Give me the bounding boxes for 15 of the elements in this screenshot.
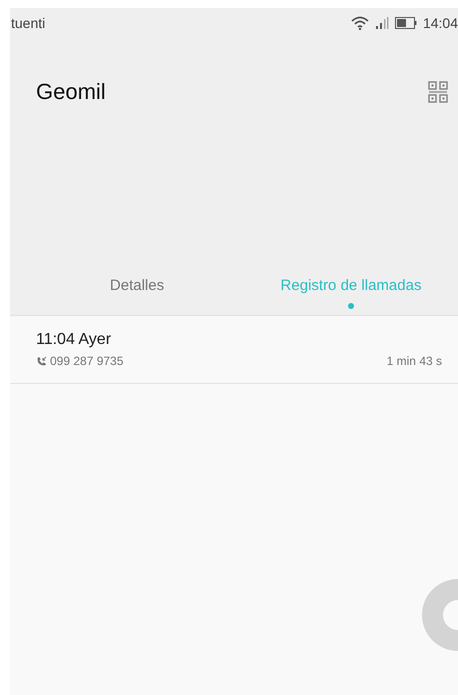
incoming-call-icon xyxy=(36,356,47,366)
carrier-name: tuenti xyxy=(11,14,46,32)
qr-code-icon xyxy=(428,80,448,102)
clock-time: 14:04 xyxy=(422,14,458,32)
tab[interactable]: Registro de llamadas xyxy=(244,274,458,309)
ring-icon xyxy=(421,579,458,651)
call-duration: 1 min 43 s xyxy=(386,353,442,370)
wifi-icon xyxy=(350,16,369,30)
call-time: 11:04 Ayer xyxy=(36,330,112,350)
call-log-row[interactable]: 11:04 Ayer 099 287 9735 1 min 43 s xyxy=(10,316,458,384)
contact-name: Geomil xyxy=(36,78,106,106)
phone-number: 099 287 9735 xyxy=(50,353,124,370)
signal-icon xyxy=(374,17,389,29)
tab[interactable]: Detalles xyxy=(30,274,244,309)
battery-icon xyxy=(394,17,417,29)
